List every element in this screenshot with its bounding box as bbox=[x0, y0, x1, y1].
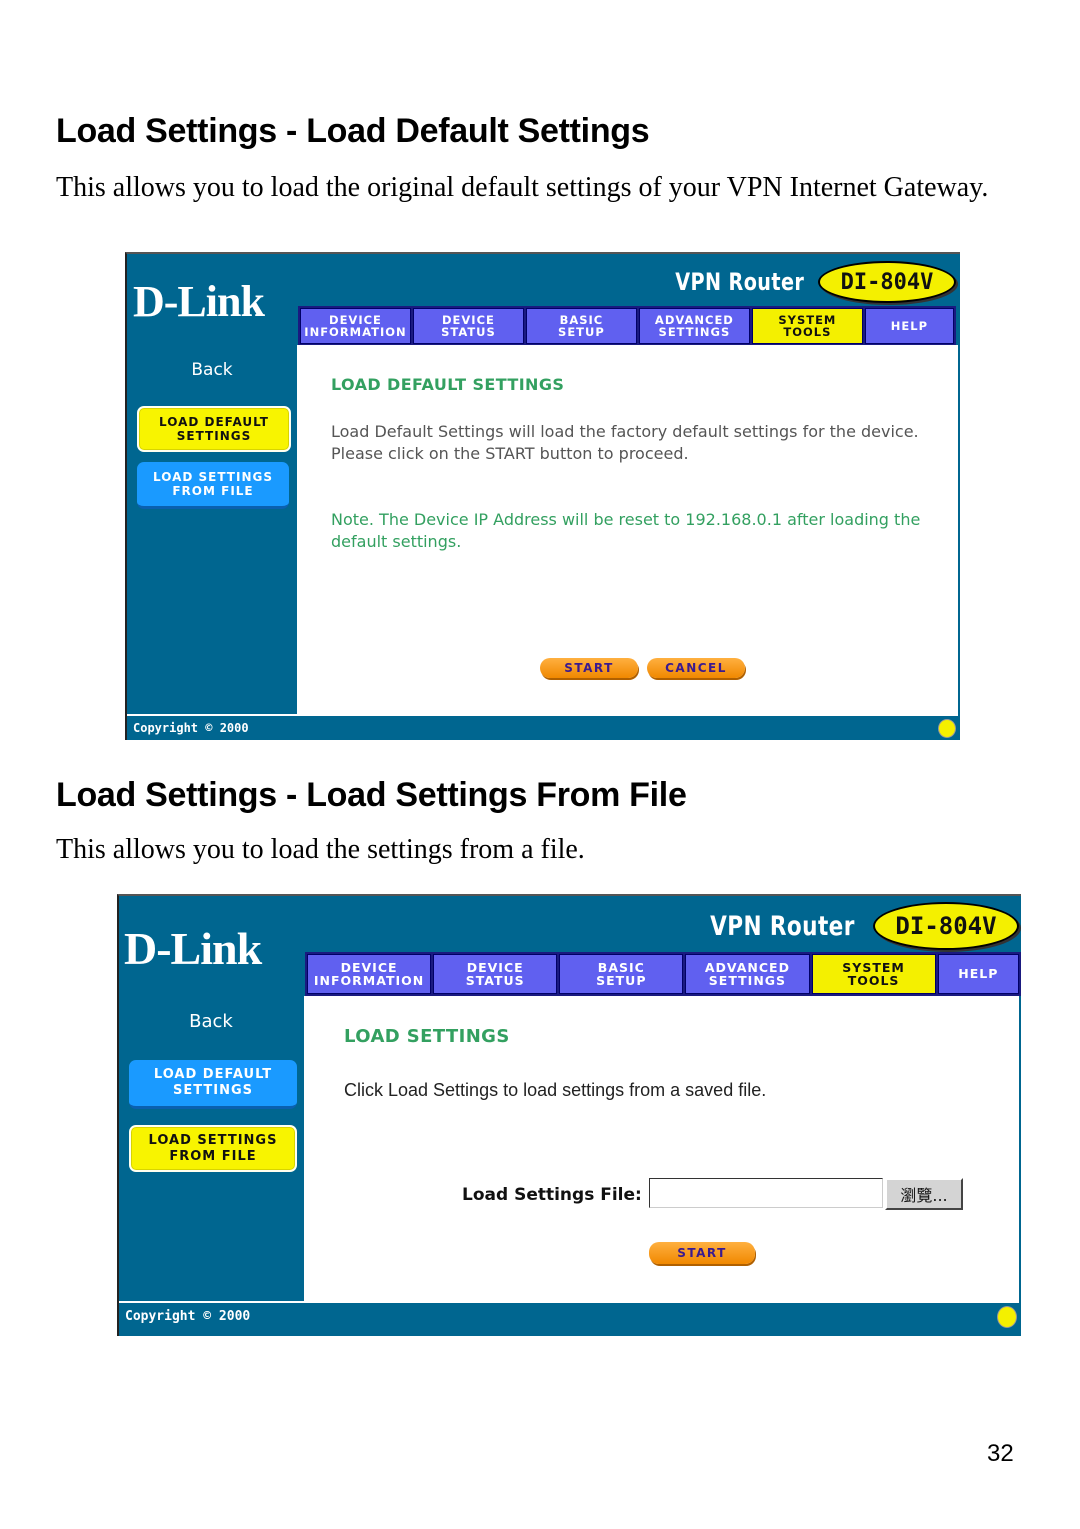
main-nav: DEVICE INFORMATION DEVICE STATUS BASIC SETU… bbox=[298, 306, 956, 346]
content-body: Click Load Settings to load settings fro… bbox=[344, 1080, 767, 1100]
start-button[interactable]: START bbox=[540, 658, 638, 678]
content-panel: LOAD SETTINGS Click Load Settings to loa… bbox=[304, 996, 1019, 1301]
back-link[interactable]: Back bbox=[166, 1011, 256, 1032]
product-banner: VPN Router DI-804V bbox=[674, 900, 1019, 952]
content-body: Load Default Settings will load the fact… bbox=[331, 422, 919, 463]
product-title: VPN Router bbox=[710, 910, 855, 942]
nav-tab-advanced-settings[interactable]: ADVANCED SETTINGS bbox=[685, 954, 810, 994]
footer-bar: Copyright © 2000 bbox=[127, 714, 958, 740]
nav-tab-help[interactable]: HELP bbox=[937, 954, 1019, 994]
load-settings-file-input[interactable] bbox=[649, 1178, 883, 1208]
nav-tab-device-status[interactable]: DEVICE STATUS bbox=[412, 308, 524, 344]
nav-tab-advanced-settings[interactable]: ADVANCED SETTINGS bbox=[638, 308, 750, 344]
nav-tab-system-tools[interactable]: SYSTEM TOOLS bbox=[751, 308, 863, 344]
load-settings-file-label: Load Settings File: bbox=[462, 1185, 642, 1205]
nav-tab-device-information[interactable]: DEVICE INFORMATION bbox=[307, 954, 432, 994]
reset-note: Note. The Device IP Address will be rese… bbox=[331, 510, 921, 551]
cancel-button[interactable]: CANCEL bbox=[647, 658, 745, 678]
content-title: LOAD DEFAULT SETTINGS bbox=[331, 375, 565, 394]
section-description-load-from-file: This allows you to load the settings fro… bbox=[56, 834, 585, 865]
sidebar-load-settings-from-file[interactable]: LOAD SETTINGS FROM FILE bbox=[129, 1125, 297, 1172]
main-nav: DEVICE INFORMATION DEVICE STATUS BASIC SETU… bbox=[305, 952, 1021, 996]
router-screenshot-load-default: D-Link VPN Router DI-804V DEVICE INFORMAT… bbox=[125, 252, 960, 740]
start-button[interactable]: START bbox=[649, 1242, 755, 1264]
nav-tab-basic-setup[interactable]: BASIC SETUP bbox=[525, 308, 637, 344]
nav-tab-help[interactable]: HELP bbox=[864, 308, 955, 344]
router-screenshot-load-from-file: D-Link VPN Router DI-804V DEVICE INFORMAT… bbox=[117, 894, 1021, 1336]
product-banner: VPN Router DI-804V bbox=[643, 260, 956, 304]
dlink-logo: D-Link bbox=[133, 277, 265, 326]
nav-tab-device-status[interactable]: DEVICE STATUS bbox=[433, 954, 558, 994]
sidebar-load-settings-from-file[interactable]: LOAD SETTINGS FROM FILE bbox=[137, 462, 289, 509]
model-badge: DI-804V bbox=[873, 902, 1019, 950]
section-description-load-default: This allows you to load the original def… bbox=[56, 172, 989, 203]
product-title: VPN Router bbox=[675, 268, 804, 296]
copyright-text: Copyright © 2000 bbox=[133, 721, 249, 735]
status-dot-icon bbox=[938, 719, 956, 738]
dlink-logo: D-Link bbox=[124, 923, 262, 974]
nav-tab-device-information[interactable]: DEVICE INFORMATION bbox=[300, 308, 411, 344]
content-panel: LOAD DEFAULT SETTINGS Load Default Setti… bbox=[297, 345, 958, 714]
section-heading-load-default: Load Settings - Load Default Settings bbox=[56, 112, 650, 150]
model-badge: DI-804V bbox=[818, 261, 956, 303]
footer-bar: Copyright © 2000 bbox=[119, 1301, 1019, 1329]
browse-button[interactable]: 瀏覽... bbox=[885, 1178, 963, 1210]
nav-tab-basic-setup[interactable]: BASIC SETUP bbox=[559, 954, 684, 994]
sidebar-load-default-settings[interactable]: LOAD DEFAULT SETTINGS bbox=[129, 1060, 297, 1109]
sidebar-load-default-settings[interactable]: LOAD DEFAULT SETTINGS bbox=[137, 406, 291, 452]
section-heading-load-from-file: Load Settings - Load Settings From File bbox=[56, 776, 687, 814]
nav-tab-system-tools[interactable]: SYSTEM TOOLS bbox=[811, 954, 936, 994]
page-number: 32 bbox=[987, 1440, 1014, 1467]
content-title: LOAD SETTINGS bbox=[344, 1026, 510, 1047]
back-link[interactable]: Back bbox=[167, 360, 257, 380]
copyright-text: Copyright © 2000 bbox=[125, 1308, 251, 1324]
status-dot-icon bbox=[997, 1306, 1017, 1328]
